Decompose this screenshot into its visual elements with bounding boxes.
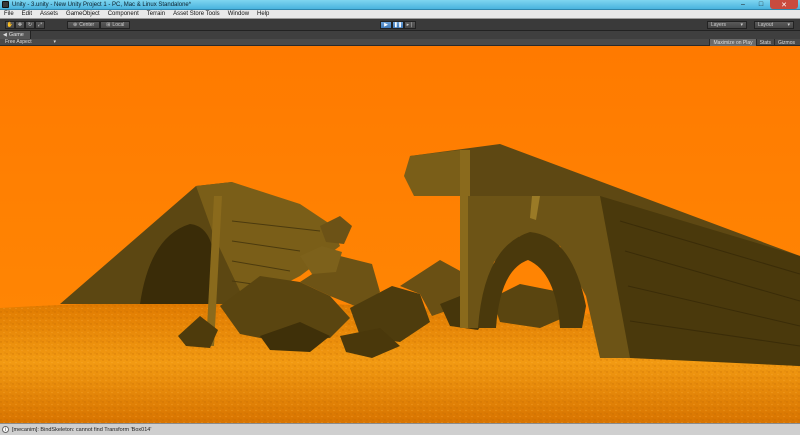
main-toolbar: ✋ ✥ ↻ ⤢ ⊕ Center ⊞ Local ▶ ❚❚ ▸❘ Layers … bbox=[0, 19, 800, 31]
step-icon: ▸❘ bbox=[406, 22, 414, 28]
scale-tool-button[interactable]: ⤢ bbox=[35, 21, 45, 29]
game-viewport[interactable] bbox=[0, 46, 800, 423]
play-icon: ▶ bbox=[384, 22, 388, 28]
local-icon: ⊞ bbox=[106, 22, 111, 28]
pause-icon: ❚❚ bbox=[393, 22, 403, 28]
aspect-dropdown[interactable]: Free Aspect ▾ bbox=[0, 39, 60, 45]
maximize-on-play-toggle[interactable]: Maximize on Play bbox=[709, 39, 756, 46]
playback-controls: ▶ ❚❚ ▸❘ bbox=[380, 21, 416, 29]
step-button[interactable]: ▸❘ bbox=[404, 21, 416, 29]
game-view-options: Maximize on Play Stats Gizmos bbox=[709, 39, 798, 46]
menu-bar: File Edit Assets GameObject Component Te… bbox=[0, 10, 800, 19]
menu-gameobject[interactable]: GameObject bbox=[62, 11, 104, 17]
info-icon: i bbox=[2, 426, 9, 433]
menu-file[interactable]: File bbox=[0, 11, 18, 17]
pivot-local-button[interactable]: ⊞ Local bbox=[100, 21, 131, 29]
scale-icon: ⤢ bbox=[37, 22, 42, 28]
menu-help[interactable]: Help bbox=[253, 11, 273, 17]
title-bar: Unity - 3.unity - New Unity Project 1 - … bbox=[0, 0, 800, 10]
window-title: Unity - 3.unity - New Unity Project 1 - … bbox=[12, 1, 192, 8]
console-message: [mecanim]: BindSkeleton: cannot find Tra… bbox=[12, 426, 152, 433]
hand-icon: ✋ bbox=[6, 22, 14, 28]
minimize-button[interactable]: – bbox=[734, 0, 752, 9]
unity-app-icon bbox=[2, 1, 9, 8]
window-controls: – □ ✕ bbox=[734, 0, 798, 10]
chevron-down-icon: ▾ bbox=[787, 22, 790, 28]
menu-asset-store-tools[interactable]: Asset Store Tools bbox=[169, 11, 224, 17]
rotate-icon: ↻ bbox=[27, 22, 33, 28]
chevron-down-icon: ▾ bbox=[740, 22, 743, 28]
menu-assets[interactable]: Assets bbox=[36, 11, 62, 17]
rotate-tool-button[interactable]: ↻ bbox=[25, 21, 35, 29]
pivot-tools: ⊕ Center ⊞ Local bbox=[67, 21, 131, 29]
play-button[interactable]: ▶ bbox=[380, 21, 392, 29]
game-tab-strip: ◀ Game bbox=[0, 31, 800, 39]
tab-game[interactable]: ◀ Game bbox=[0, 31, 31, 39]
maximize-button[interactable]: □ bbox=[752, 0, 770, 9]
game-view-icon: ◀ bbox=[3, 32, 7, 38]
pause-button[interactable]: ❚❚ bbox=[392, 21, 404, 29]
move-tool-button[interactable]: ✥ bbox=[15, 21, 25, 29]
layers-dropdown-group: Layers ▾ bbox=[707, 21, 747, 29]
transform-tools: ✋ ✥ ↻ ⤢ bbox=[5, 21, 45, 29]
stats-toggle[interactable]: Stats bbox=[755, 39, 774, 46]
menu-edit[interactable]: Edit bbox=[18, 11, 36, 17]
hand-tool-button[interactable]: ✋ bbox=[5, 21, 15, 29]
game-view-toolbar: Free Aspect ▾ Maximize on Play Stats Giz… bbox=[0, 39, 800, 46]
gizmos-toggle[interactable]: Gizmos bbox=[774, 39, 798, 46]
layout-dropdown-group: Layout ▾ bbox=[754, 21, 794, 29]
move-icon: ✥ bbox=[17, 22, 23, 28]
menu-window[interactable]: Window bbox=[224, 11, 253, 17]
pivot-center-button[interactable]: ⊕ Center bbox=[67, 21, 101, 29]
layers-dropdown[interactable]: Layers ▾ bbox=[707, 21, 747, 29]
pivot-icon: ⊕ bbox=[73, 22, 78, 28]
close-button[interactable]: ✕ bbox=[770, 0, 798, 9]
menu-terrain[interactable]: Terrain bbox=[143, 11, 169, 17]
chevron-down-icon: ▾ bbox=[53, 39, 56, 45]
game-scene bbox=[0, 46, 800, 423]
status-bar[interactable]: i [mecanim]: BindSkeleton: cannot find T… bbox=[0, 423, 800, 435]
layout-dropdown[interactable]: Layout ▾ bbox=[754, 21, 794, 29]
menu-component[interactable]: Component bbox=[104, 11, 143, 17]
